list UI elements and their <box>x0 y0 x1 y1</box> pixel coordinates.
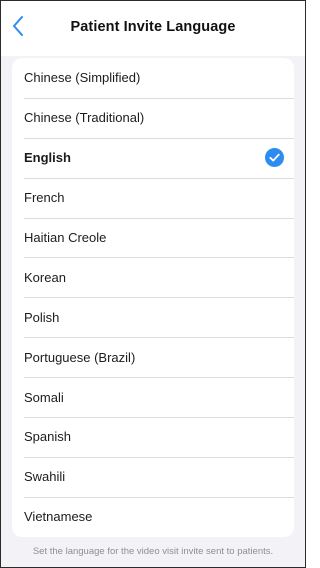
language-option[interactable]: Polish <box>12 297 294 337</box>
language-label: French <box>24 190 65 206</box>
language-label: Korean <box>24 269 66 285</box>
language-label: Haitian Creole <box>24 230 107 245</box>
app-frame: Patient Invite Language Chinese (Simplif… <box>0 0 306 568</box>
language-list: Chinese (Simplified) Chinese (Traditional… <box>12 58 294 537</box>
footer-note: Set the language for the video visit inv… <box>32 546 274 557</box>
page-title: Patient Invite Language <box>70 19 236 35</box>
language-label: Portuguese (Brazil) <box>24 349 136 365</box>
language-option[interactable]: French <box>12 177 294 218</box>
checkmark-circle-icon <box>265 148 284 168</box>
language-option[interactable]: Chinese (Simplified) <box>12 58 294 98</box>
language-option[interactable]: English <box>12 137 294 178</box>
language-label: Chinese (Traditional) <box>24 110 145 126</box>
language-option[interactable]: Korean <box>12 257 294 297</box>
language-label: English <box>24 150 71 166</box>
language-option[interactable]: Vietnamese <box>12 496 294 537</box>
language-label: Chinese (Simplified) <box>24 70 141 86</box>
language-option[interactable]: Portuguese (Brazil) <box>12 337 294 377</box>
language-label: Spanish <box>24 429 71 445</box>
language-option[interactable]: Haitian Creole <box>12 217 294 258</box>
language-option[interactable]: Swahili <box>12 456 294 497</box>
language-option[interactable]: Somali <box>12 377 294 417</box>
language-label: Polish <box>24 309 60 325</box>
language-label: Swahili <box>24 469 66 485</box>
language-label: Vietnamese <box>24 509 93 525</box>
language-option[interactable]: Chinese (Traditional) <box>12 97 294 138</box>
navigation-bar: Patient Invite Language <box>1 1 305 56</box>
language-option[interactable]: Spanish <box>12 417 294 457</box>
language-label: Somali <box>24 389 64 405</box>
